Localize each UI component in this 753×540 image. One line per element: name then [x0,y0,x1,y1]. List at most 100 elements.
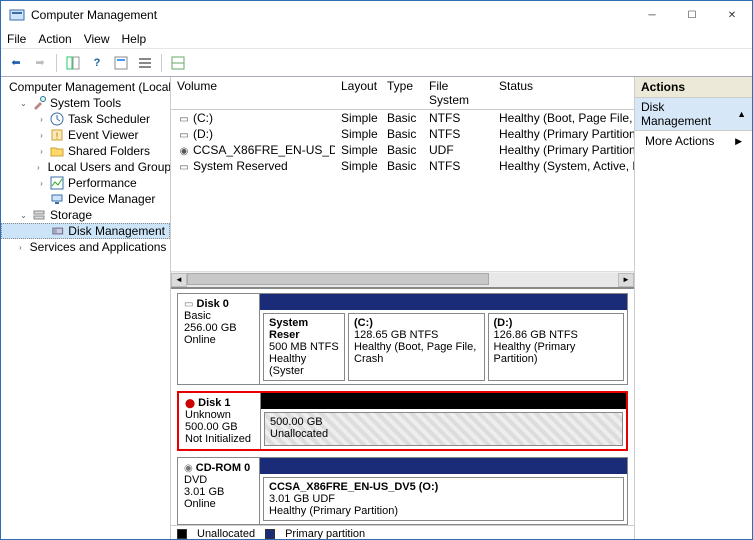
volume-name: System Reserved [193,159,288,173]
part-status: Healthy (Boot, Page File, Crash [354,341,476,365]
collapse-icon[interactable]: ⌄ [19,99,28,108]
disk-row-disk1[interactable]: ⬤ Disk 1 Unknown 500.00 GB Not Initializ… [177,391,628,451]
graphical-view: ▭ Disk 0 Basic 256.00 GB Online System R… [171,287,634,539]
storage-icon [32,208,46,222]
tree-root[interactable]: Computer Management (Local [1,79,170,95]
disk-row-disk0[interactable]: ▭ Disk 0 Basic 256.00 GB Online System R… [177,293,628,385]
expand-icon[interactable]: › [37,163,40,172]
tree-storage[interactable]: ⌄ Storage [1,207,170,223]
disk0-info: ▭ Disk 0 Basic 256.00 GB Online [178,294,260,384]
actions-disk-management[interactable]: Disk Management ▲ [635,98,752,131]
actions-more-label: More Actions [645,134,714,148]
volume-type: Basic [381,127,423,141]
disk1-info: ⬤ Disk 1 Unknown 500.00 GB Not Initializ… [179,393,261,449]
tree-services-apps[interactable]: › Services and Applications [1,239,170,255]
cdrom-kind: DVD [184,474,207,486]
disk-row-cdrom0[interactable]: ◉ CD-ROM 0 DVD 3.01 GB Online CCSA_X86FR… [177,457,628,525]
tree-system-tools[interactable]: ⌄ System Tools [1,95,170,111]
cdrom-info: ◉ CD-ROM 0 DVD 3.01 GB Online [178,458,260,524]
volume-row[interactable]: ▭(D:)SimpleBasicNTFSHealthy (Primary Par… [171,126,634,142]
part-name: System Reser [269,317,308,341]
tree-task-scheduler[interactable]: › Task Scheduler [1,111,170,127]
volume-row[interactable]: ◉CCSA_X86FRE_EN-US_DV5 (O:)SimpleBasicUD… [171,142,634,158]
col-filesystem[interactable]: File System [423,77,493,109]
tree-label: Computer Management (Local [9,80,171,94]
scroll-right-icon[interactable]: ► [618,273,634,287]
tree-label: Performance [68,176,137,190]
volume-name: CCSA_X86FRE_EN-US_DV5 (O:) [193,143,335,157]
show-hide-tree-button[interactable] [62,52,84,74]
volume-header: Volume Layout Type File System Status [171,77,634,110]
expand-icon[interactable]: › [37,147,46,156]
disk0-stripe [260,294,627,310]
tree-label: Event Viewer [68,128,138,142]
col-status[interactable]: Status [493,77,634,109]
cdrom-size: 3.01 GB [184,486,224,498]
tree-disk-management[interactable]: Disk Management [1,223,170,239]
back-button[interactable]: ⬅ [5,52,27,74]
tree-device-manager[interactable]: Device Manager [1,191,170,207]
expand-icon[interactable]: › [37,115,46,124]
scroll-thumb[interactable] [187,273,489,285]
legend: Unallocated Primary partition [171,525,634,539]
volume-list: Volume Layout Type File System Status ▭(… [171,77,634,287]
volume-icon: ▭ [177,114,191,125]
refresh-button[interactable] [167,52,189,74]
volume-status: Healthy (Primary Partition) [493,127,634,141]
tree-label: Storage [50,208,92,222]
volume-icon: ▭ [177,162,191,173]
col-layout[interactable]: Layout [335,77,381,109]
disk1-stripe [261,393,626,409]
actions-disk-mgmt-label: Disk Management [641,100,737,128]
col-type[interactable]: Type [381,77,423,109]
volume-row[interactable]: ▭System ReservedSimpleBasicNTFSHealthy (… [171,158,634,174]
maximize-button[interactable]: ☐ [672,1,712,29]
tree-label: Task Scheduler [68,112,150,126]
disk0-state: Online [184,334,216,346]
volume-layout: Simple [335,159,381,173]
forward-button[interactable]: ➡ [29,52,51,74]
tree-label: Services and Applications [30,240,167,254]
part-status: Healthy (Syster [269,353,306,377]
minimize-button[interactable]: ─ [632,1,672,29]
disk1-unallocated[interactable]: 500.00 GB Unallocated [264,412,623,446]
cdrom-partition[interactable]: CCSA_X86FRE_EN-US_DV5 (O:) 3.01 GB UDF H… [263,477,624,521]
expand-icon[interactable]: › [37,179,46,188]
view-list-button[interactable] [134,52,156,74]
actions-more[interactable]: More Actions ▶ [635,131,752,151]
close-button[interactable]: ✕ [712,1,752,29]
col-volume[interactable]: Volume [171,77,335,109]
tree-event-viewer[interactable]: › ! Event Viewer [1,127,170,143]
folder-share-icon [50,144,64,158]
collapse-icon[interactable]: ⌄ [19,211,28,220]
legend-swatch-primary [265,529,275,539]
event-icon: ! [50,128,64,142]
menu-view[interactable]: View [84,32,110,46]
hdd-icon: ▭ [184,299,193,310]
menu-help[interactable]: Help [122,32,147,46]
help-button[interactable]: ? [86,52,108,74]
menu-action[interactable]: Action [38,32,71,46]
part-size: 500 MB NTFS [269,341,339,353]
tree-label: System Tools [50,96,121,110]
disk0-partition[interactable]: (C:)128.65 GB NTFSHealthy (Boot, Page Fi… [348,313,485,381]
toolbar: ⬅ ➡ ? [1,49,752,77]
expand-icon[interactable]: › [37,131,46,140]
tree-local-users[interactable]: › Local Users and Groups [1,159,170,175]
disk0-partition[interactable]: System Reser500 MB NTFSHealthy (Syster [263,313,345,381]
disk0-partition[interactable]: (D:)126.86 GB NTFSHealthy (Primary Parti… [488,313,625,381]
disk1-state: Not Initialized [185,433,251,445]
scroll-left-icon[interactable]: ◄ [171,273,187,287]
legend-unallocated: Unallocated [197,528,255,539]
disk1-size: 500.00 GB [185,421,238,433]
tree-performance[interactable]: › Performance [1,175,170,191]
tree-shared-folders[interactable]: › Shared Folders [1,143,170,159]
menu-file[interactable]: File [7,32,26,46]
device-icon [50,192,64,206]
volume-row[interactable]: ▭(C:)SimpleBasicNTFSHealthy (Boot, Page … [171,110,634,126]
volume-hscroll[interactable]: ◄ ► [171,271,634,287]
expand-icon[interactable]: › [19,243,22,252]
volume-status: Healthy (Boot, Page File, Crash Dump, Pr… [493,111,634,125]
disk1-title: Disk 1 [198,397,230,409]
properties-button[interactable] [110,52,132,74]
